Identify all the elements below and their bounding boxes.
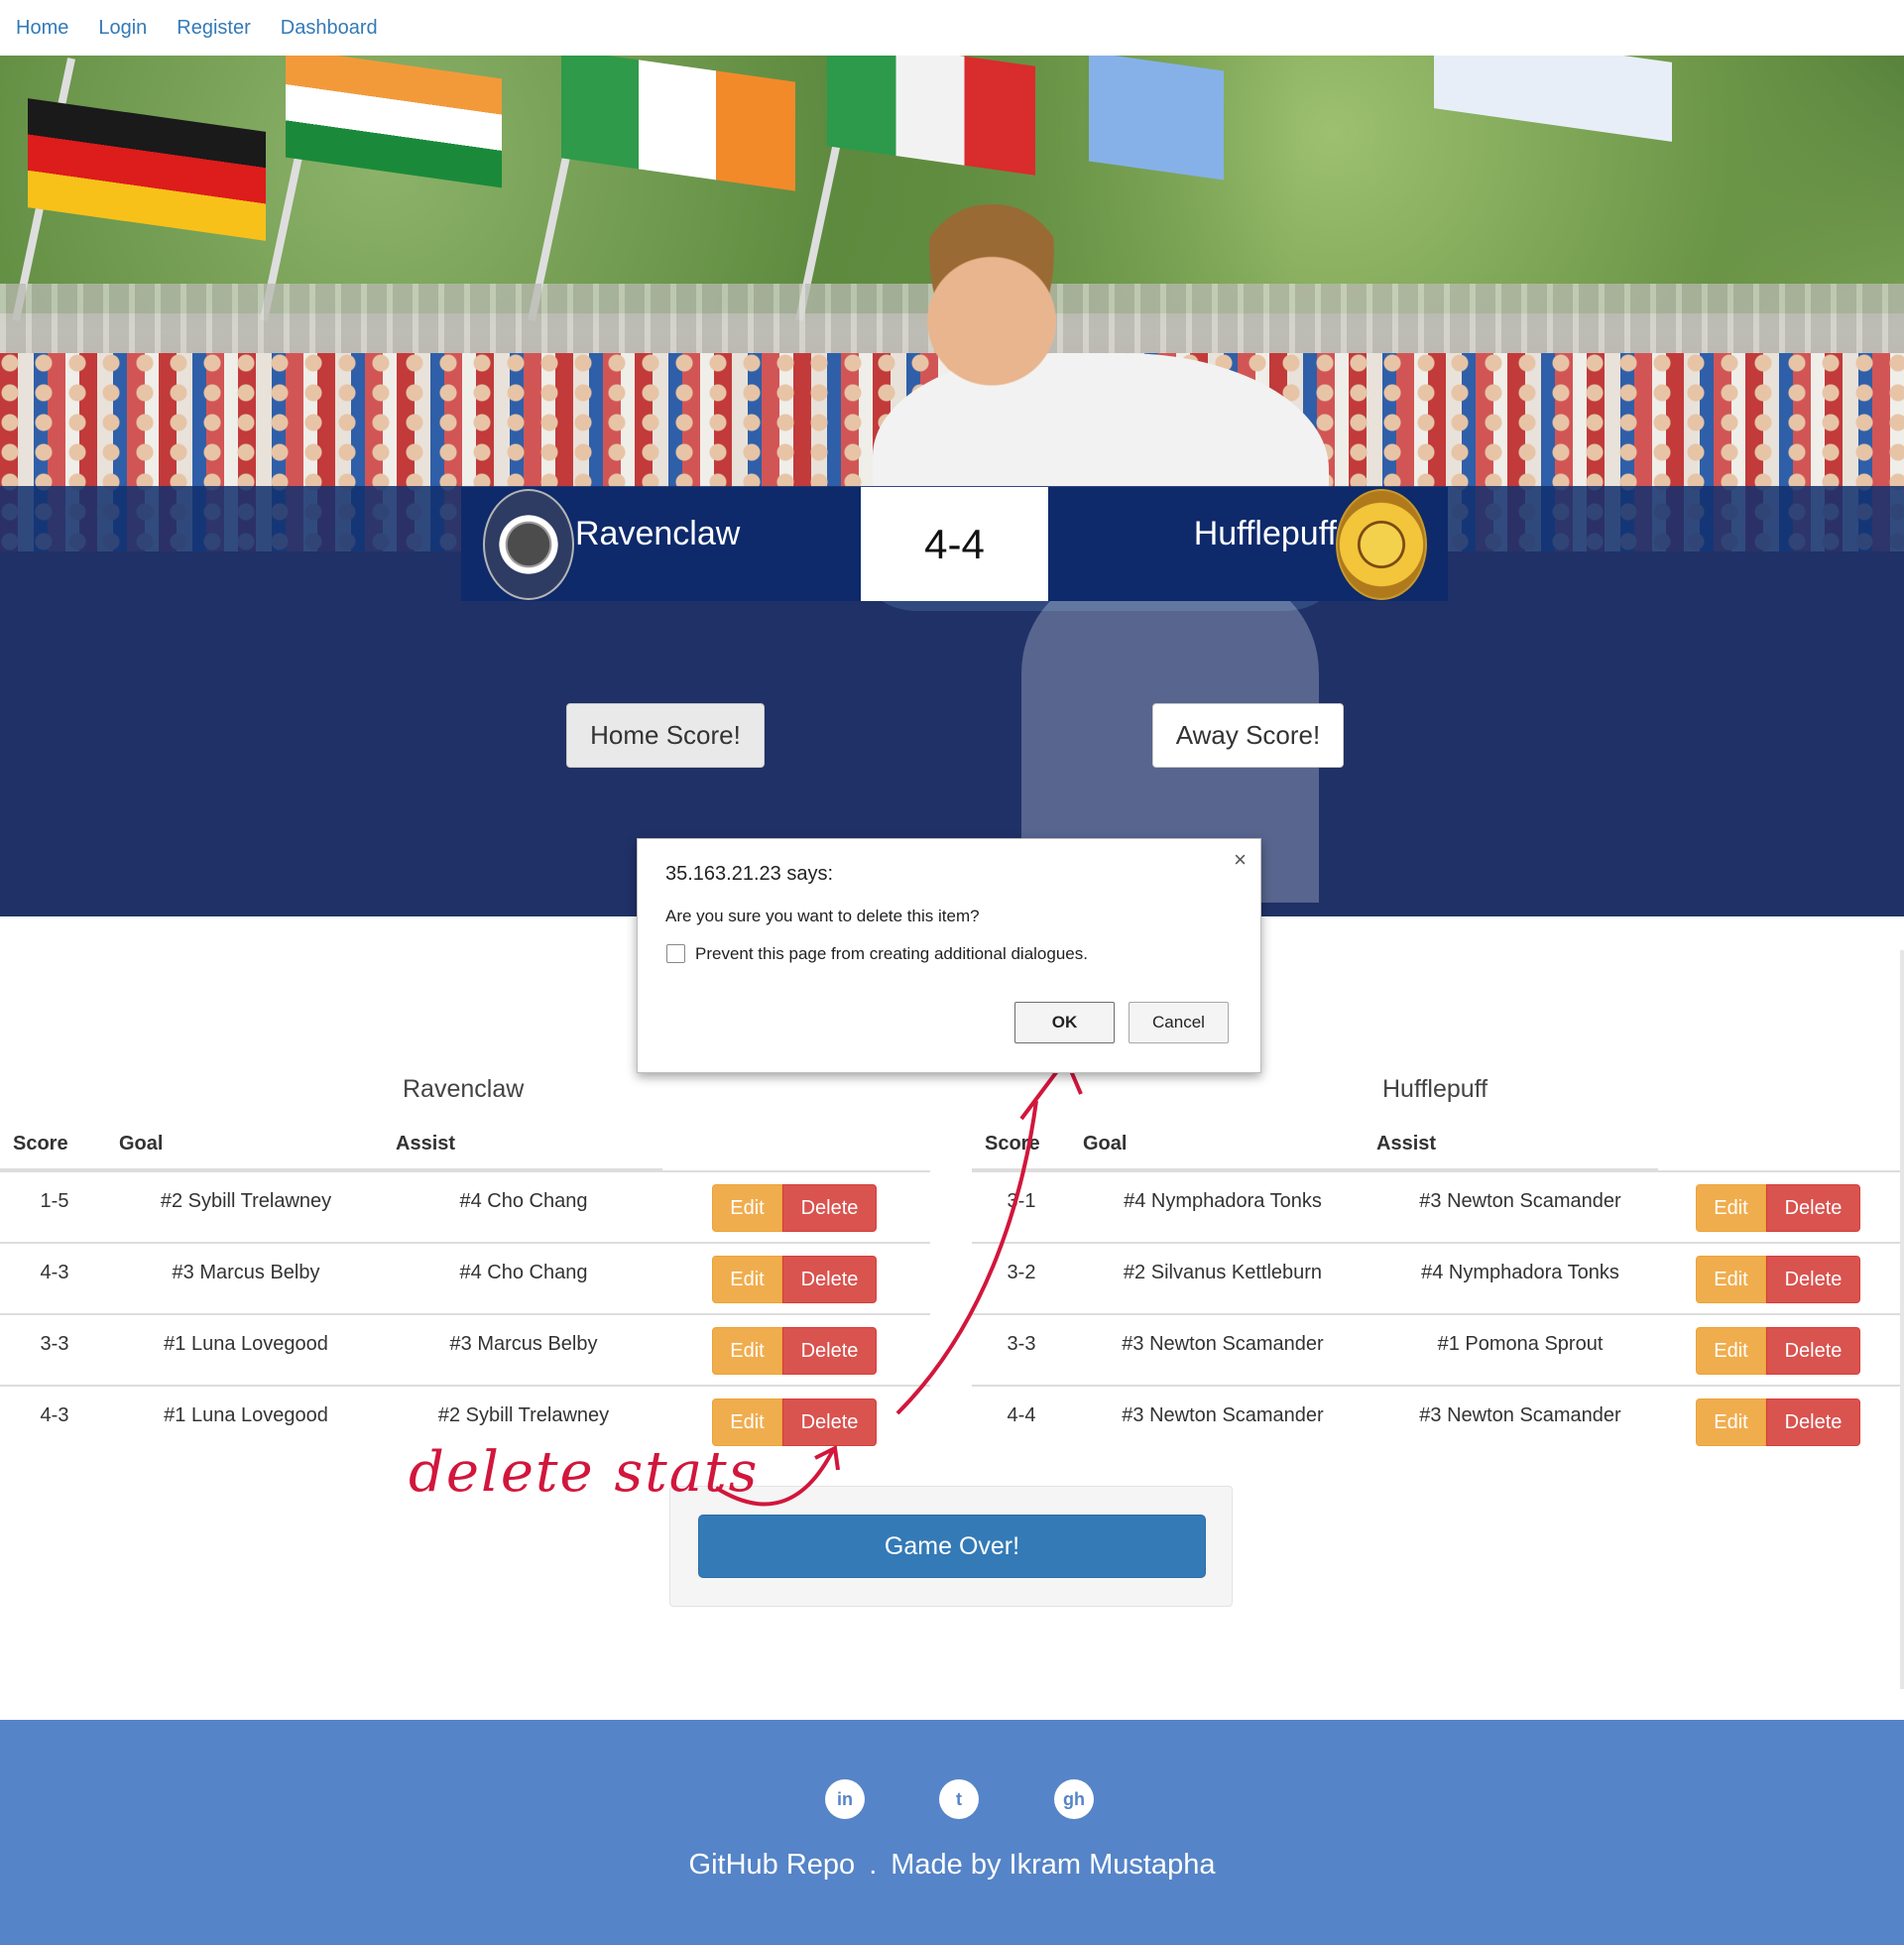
row-assist: #1 Pomona Sprout xyxy=(1437,1333,1604,1355)
prevent-dialogs-label[interactable]: Prevent this page from creating addition… xyxy=(695,944,1088,964)
ok-button[interactable]: OK xyxy=(1014,1002,1115,1043)
close-icon[interactable]: × xyxy=(1234,849,1247,871)
ravenclaw-crest-icon xyxy=(483,489,574,600)
column-header-goal: Goal xyxy=(1083,1133,1128,1155)
table-row: 4-4 #3 Newton Scamander #3 Newton Scaman… xyxy=(972,1385,1904,1456)
top-nav: Home Login Register Dashboard xyxy=(0,0,1904,56)
away-score-button[interactable]: Away Score! xyxy=(1152,703,1344,768)
github-icon[interactable]: gh xyxy=(1054,1779,1094,1819)
delete-button[interactable]: Delete xyxy=(1766,1327,1860,1375)
row-score: 4-3 xyxy=(40,1404,69,1426)
nav-dashboard-link[interactable]: Dashboard xyxy=(281,17,378,40)
row-score: 3-1 xyxy=(1007,1190,1036,1212)
edit-button[interactable]: Edit xyxy=(712,1256,782,1303)
table-row: 3-3 #3 Newton Scamander #1 Pomona Sprout… xyxy=(972,1313,1904,1385)
author-credit: Made by Ikram Mustapha xyxy=(891,1849,1216,1881)
column-header-goal: Goal xyxy=(119,1133,164,1155)
nav-register-link[interactable]: Register xyxy=(177,17,250,40)
nav-home-link[interactable]: Home xyxy=(16,17,68,40)
delete-button[interactable]: Delete xyxy=(1766,1398,1860,1446)
edit-button[interactable]: Edit xyxy=(1696,1327,1766,1375)
match-score: 4-4 xyxy=(861,487,1048,601)
row-score: 3-3 xyxy=(40,1333,69,1355)
footer: in t gh GitHub Repo. Made by Ikram Mustap… xyxy=(0,1720,1904,1945)
delete-button[interactable]: Delete xyxy=(782,1256,877,1303)
confirm-dialog: 35.163.21.23 says: × Are you sure you wa… xyxy=(637,838,1261,1073)
delete-button[interactable]: Delete xyxy=(782,1398,877,1446)
row-goal: #3 Newton Scamander xyxy=(1122,1333,1324,1355)
delete-button[interactable]: Delete xyxy=(782,1327,877,1375)
away-stats-title: Hufflepuff xyxy=(1382,1075,1488,1103)
edit-button[interactable]: Edit xyxy=(712,1327,782,1375)
row-goal: #2 Silvanus Kettleburn xyxy=(1123,1262,1323,1283)
footer-separator: . xyxy=(869,1849,878,1881)
cancel-button[interactable]: Cancel xyxy=(1129,1002,1229,1043)
column-header-score: Score xyxy=(13,1133,68,1155)
row-score: 3-2 xyxy=(1007,1262,1036,1283)
row-goal: #3 Marcus Belby xyxy=(172,1262,320,1283)
home-score-button[interactable]: Home Score! xyxy=(566,703,765,768)
table-row: 4-3 #3 Marcus Belby #4 Cho Chang Edit De… xyxy=(0,1242,930,1313)
edit-button[interactable]: Edit xyxy=(1696,1256,1766,1303)
row-goal: #1 Luna Lovegood xyxy=(164,1333,328,1355)
scrollbar-edge xyxy=(1900,950,1904,1689)
table-row: 3-2 #2 Silvanus Kettleburn #4 Nymphadora… xyxy=(972,1242,1904,1313)
delete-button[interactable]: Delete xyxy=(1766,1184,1860,1232)
delete-button[interactable]: Delete xyxy=(1766,1256,1860,1303)
row-assist: #4 Cho Chang xyxy=(459,1190,588,1212)
linkedin-icon[interactable]: in xyxy=(825,1779,865,1819)
blue-flag-image xyxy=(1089,56,1224,181)
row-assist: #3 Newton Scamander xyxy=(1419,1190,1621,1212)
scoreboard: Ravenclaw 4-4 Hufflepuff xyxy=(461,487,1448,601)
home-team-name: Ravenclaw xyxy=(575,515,741,552)
row-assist: #4 Cho Chang xyxy=(459,1262,588,1283)
github-repo-link[interactable]: GitHub Repo xyxy=(689,1849,856,1882)
row-goal: #2 Sybill Trelawney xyxy=(160,1190,332,1212)
footer-credits: GitHub Repo. Made by Ikram Mustapha xyxy=(0,1849,1904,1882)
row-score: 4-3 xyxy=(40,1262,69,1283)
row-goal: #3 Newton Scamander xyxy=(1122,1404,1324,1426)
dialog-title: 35.163.21.23 says: xyxy=(665,863,834,885)
column-header-score: Score xyxy=(985,1133,1040,1155)
table-row: 3-3 #1 Luna Lovegood #3 Marcus Belby Edi… xyxy=(0,1313,930,1385)
dialog-message: Are you sure you want to delete this ite… xyxy=(665,907,980,925)
row-goal: #1 Luna Lovegood xyxy=(164,1404,328,1426)
row-assist: #3 Marcus Belby xyxy=(449,1333,598,1355)
row-score: 4-4 xyxy=(1007,1404,1036,1426)
row-assist: #2 Sybill Trelawney xyxy=(437,1404,610,1426)
table-row: 1-5 #2 Sybill Trelawney #4 Cho Chang Edi… xyxy=(0,1170,930,1242)
edit-button[interactable]: Edit xyxy=(712,1184,782,1232)
column-header-assist: Assist xyxy=(1376,1133,1437,1155)
twitter-icon[interactable]: t xyxy=(939,1779,979,1819)
edit-button[interactable]: Edit xyxy=(712,1398,782,1446)
player-head-image xyxy=(912,204,1071,393)
row-score: 1-5 xyxy=(40,1190,69,1212)
edit-button[interactable]: Edit xyxy=(1696,1184,1766,1232)
home-stats-title: Ravenclaw xyxy=(403,1075,525,1103)
edit-button[interactable]: Edit xyxy=(1696,1398,1766,1446)
row-assist: #4 Nymphadora Tonks xyxy=(1421,1262,1619,1283)
nav-login-link[interactable]: Login xyxy=(98,17,147,40)
row-goal: #4 Nymphadora Tonks xyxy=(1124,1190,1322,1212)
game-over-button[interactable]: Game Over! xyxy=(698,1515,1206,1578)
prevent-dialogs-checkbox[interactable] xyxy=(666,944,685,963)
hufflepuff-crest-icon xyxy=(1336,489,1427,600)
away-team-name: Hufflepuff xyxy=(1193,515,1337,552)
column-header-assist: Assist xyxy=(396,1133,456,1155)
row-assist: #3 Newton Scamander xyxy=(1419,1404,1621,1426)
delete-button[interactable]: Delete xyxy=(782,1184,877,1232)
annotation-label: delete stats xyxy=(409,1440,760,1505)
row-score: 3-3 xyxy=(1007,1333,1036,1355)
hero-background xyxy=(0,56,1904,916)
table-row: 3-1 #4 Nymphadora Tonks #3 Newton Scaman… xyxy=(972,1170,1904,1242)
